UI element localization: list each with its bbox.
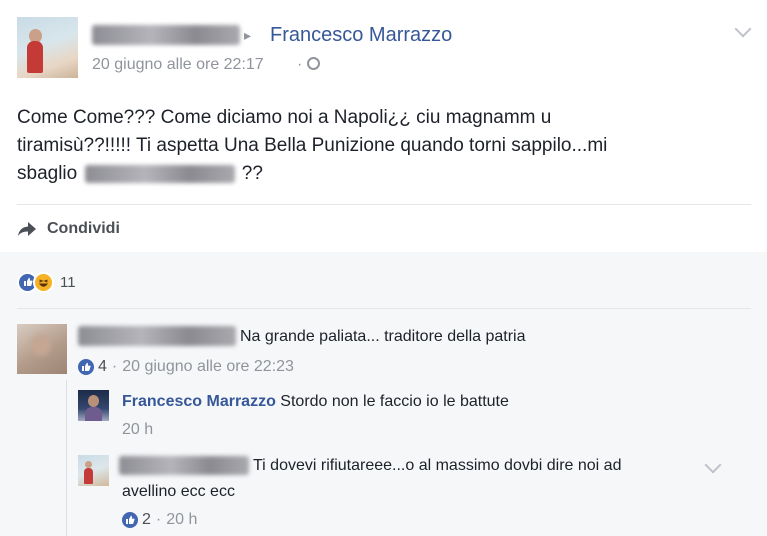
reactions-summary[interactable]: 11 xyxy=(17,272,76,293)
reply-like-count[interactable]: 2 xyxy=(142,511,151,529)
haha-reaction-icon xyxy=(33,272,54,293)
reply-author-avatar[interactable] xyxy=(78,455,109,486)
comment-meta: 4 · 20 giugno alle ore 22:23 xyxy=(78,358,294,376)
meta-separator: · xyxy=(297,56,303,73)
reply-author-avatar[interactable] xyxy=(78,390,109,421)
reply-thread-line xyxy=(66,380,67,536)
arrow-icon: ▸ xyxy=(244,27,252,43)
post-body-line-3: sbaglio ?? xyxy=(17,160,757,188)
post-body-line: Come Come??? Come diciamo noi a Napoli¿¿… xyxy=(17,107,552,128)
post-body-text: sbaglio xyxy=(17,163,78,184)
comment-like-count[interactable]: 4 xyxy=(98,358,107,376)
share-label: Condividi xyxy=(47,220,120,237)
meta-separator: · xyxy=(111,358,118,375)
meta-separator: · xyxy=(155,511,162,528)
like-reaction-icon[interactable] xyxy=(78,359,94,375)
redacted-commenter-name[interactable] xyxy=(78,326,236,346)
avatar-figure-head xyxy=(88,395,99,407)
post-body: Come Come??? Come diciamo noi a Napoli¿¿… xyxy=(17,104,757,188)
reaction-count: 11 xyxy=(60,274,76,291)
chevron-down-icon[interactable] xyxy=(734,20,752,38)
avatar-face-blur xyxy=(31,334,51,356)
post-body-text: ?? xyxy=(241,163,263,184)
reply-author-link[interactable]: Francesco Marrazzo xyxy=(122,393,276,410)
commenter-avatar[interactable] xyxy=(17,324,67,374)
post-target-link[interactable]: Francesco Marrazzo xyxy=(270,24,452,47)
avatar-figure-head xyxy=(85,461,92,468)
reply-text: avellino ecc ecc xyxy=(122,483,235,500)
reply-timestamp[interactable]: 20 h xyxy=(166,511,197,529)
reply-line: Francesco Marrazzo Stordo non le faccio … xyxy=(122,393,509,411)
redacted-reply-author[interactable] xyxy=(119,456,249,475)
share-button[interactable]: Condividi xyxy=(17,217,120,241)
redacted-tag[interactable] xyxy=(84,164,235,183)
share-arrow-icon xyxy=(18,222,36,236)
post-timestamp[interactable]: 20 giugno alle ore 22:17 xyxy=(92,56,264,74)
avatar-figure-body xyxy=(27,41,43,73)
post-author-avatar[interactable] xyxy=(17,17,78,78)
like-reaction-icon[interactable] xyxy=(122,512,138,528)
reply-meta: 2 · 20 h xyxy=(122,511,197,529)
reply-text: Stordo non le faccio io le battute xyxy=(280,393,509,410)
globe-icon[interactable] xyxy=(307,57,320,70)
divider xyxy=(17,204,751,205)
divider xyxy=(17,308,751,309)
avatar-figure-body xyxy=(85,407,102,421)
reply-text: Ti dovevi rifiutareee...o al massimo dov… xyxy=(253,457,622,474)
comment-timestamp[interactable]: 20 giugno alle ore 22:23 xyxy=(122,358,294,376)
post-body-line: tiramisù??!!!!! Ti aspetta Una Bella Pun… xyxy=(17,135,608,156)
avatar-figure-body xyxy=(84,468,93,484)
redacted-author-name[interactable] xyxy=(92,25,240,45)
comment-text: Na grande paliata... traditore della pat… xyxy=(240,328,526,345)
reply-timestamp[interactable]: 20 h xyxy=(122,421,153,439)
